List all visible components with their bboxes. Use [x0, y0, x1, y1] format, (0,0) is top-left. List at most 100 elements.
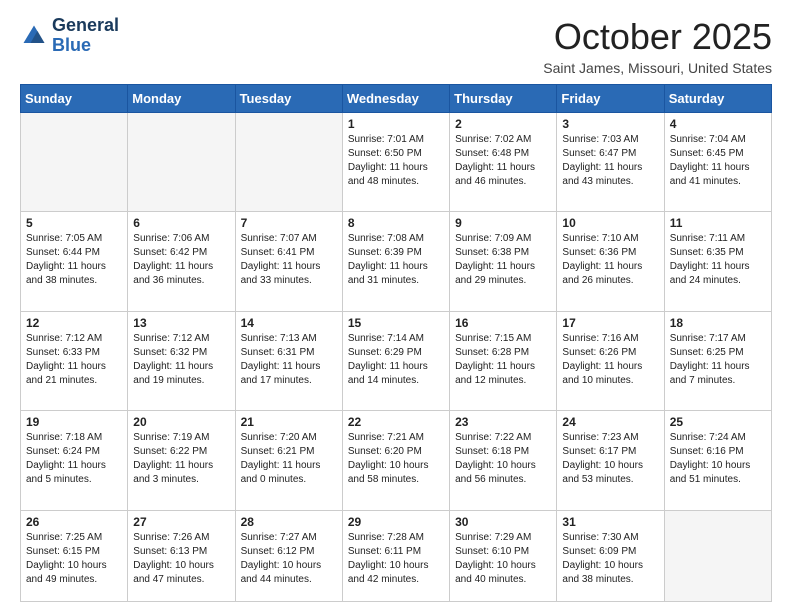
- day-number: 4: [670, 117, 766, 131]
- table-row: 4 Sunrise: 7:04 AM Sunset: 6:45 PM Daylig…: [664, 113, 771, 212]
- day-number: 7: [241, 216, 337, 230]
- day-number: 3: [562, 117, 658, 131]
- table-row: 19 Sunrise: 7:18 AM Sunset: 6:24 PM Dayli…: [21, 411, 128, 510]
- logo-icon: [20, 22, 48, 50]
- day-info: Sunrise: 7:22 AM Sunset: 6:18 PM Dayligh…: [455, 431, 551, 487]
- table-row: [235, 113, 342, 212]
- day-info: Sunrise: 7:04 AM Sunset: 6:45 PM Dayligh…: [670, 133, 766, 189]
- day-number: 17: [562, 316, 658, 330]
- col-wednesday: Wednesday: [342, 85, 449, 113]
- day-info: Sunrise: 7:02 AM Sunset: 6:48 PM Dayligh…: [455, 133, 551, 189]
- day-info: Sunrise: 7:03 AM Sunset: 6:47 PM Dayligh…: [562, 133, 658, 189]
- day-info: Sunrise: 7:11 AM Sunset: 6:35 PM Dayligh…: [670, 232, 766, 288]
- table-row: 13Sunrise: 7:12 AM Sunset: 6:32 PM Dayli…: [128, 311, 235, 410]
- day-info: Sunrise: 7:08 AM Sunset: 6:39 PM Dayligh…: [348, 232, 444, 288]
- table-row: 29 Sunrise: 7:28 AM Sunset: 6:11 PM Dayli…: [342, 510, 449, 602]
- day-number: 20: [133, 415, 229, 429]
- day-info: Sunrise: 7:16 AM Sunset: 6:26 PM Dayligh…: [562, 332, 658, 388]
- day-info: Sunrise: 7:19 AM Sunset: 6:22 PM Dayligh…: [133, 431, 229, 487]
- day-number: 5: [26, 216, 122, 230]
- table-row: 16 Sunrise: 7:15 AM Sunset: 6:28 PM Dayli…: [450, 311, 557, 410]
- day-info: Sunrise: 7:06 AM Sunset: 6:42 PM Dayligh…: [133, 232, 229, 288]
- calendar-week-row: 5Sunrise: 7:05 AM Sunset: 6:44 PM Daylig…: [21, 212, 772, 311]
- day-number: 10: [562, 216, 658, 230]
- day-number: 14: [241, 316, 337, 330]
- table-row: 18 Sunrise: 7:17 AM Sunset: 6:25 PM Dayli…: [664, 311, 771, 410]
- day-number: 6: [133, 216, 229, 230]
- month-title: October 2025: [543, 16, 772, 58]
- day-number: 25: [670, 415, 766, 429]
- day-number: 23: [455, 415, 551, 429]
- col-saturday: Saturday: [664, 85, 771, 113]
- calendar-week-row: 26Sunrise: 7:25 AM Sunset: 6:15 PM Dayli…: [21, 510, 772, 602]
- table-row: 6 Sunrise: 7:06 AM Sunset: 6:42 PM Daylig…: [128, 212, 235, 311]
- table-row: 21Sunrise: 7:20 AM Sunset: 6:21 PM Dayli…: [235, 411, 342, 510]
- table-row: 31Sunrise: 7:30 AM Sunset: 6:09 PM Dayli…: [557, 510, 664, 602]
- col-thursday: Thursday: [450, 85, 557, 113]
- table-row: 9Sunrise: 7:09 AM Sunset: 6:38 PM Daylig…: [450, 212, 557, 311]
- col-tuesday: Tuesday: [235, 85, 342, 113]
- day-info: Sunrise: 7:17 AM Sunset: 6:25 PM Dayligh…: [670, 332, 766, 388]
- day-info: Sunrise: 7:14 AM Sunset: 6:29 PM Dayligh…: [348, 332, 444, 388]
- col-monday: Monday: [128, 85, 235, 113]
- col-friday: Friday: [557, 85, 664, 113]
- table-row: 27Sunrise: 7:26 AM Sunset: 6:13 PM Dayli…: [128, 510, 235, 602]
- day-info: Sunrise: 7:13 AM Sunset: 6:31 PM Dayligh…: [241, 332, 337, 388]
- table-row: 10 Sunrise: 7:10 AM Sunset: 6:36 PM Dayli…: [557, 212, 664, 311]
- day-info: Sunrise: 7:28 AM Sunset: 6:11 PM Dayligh…: [348, 531, 444, 587]
- table-row: 11 Sunrise: 7:11 AM Sunset: 6:35 PM Dayli…: [664, 212, 771, 311]
- table-row: 17 Sunrise: 7:16 AM Sunset: 6:26 PM Dayli…: [557, 311, 664, 410]
- table-row: [21, 113, 128, 212]
- col-sunday: Sunday: [21, 85, 128, 113]
- header: General Blue October 2025 Saint James, M…: [20, 16, 772, 76]
- day-number: 29: [348, 515, 444, 529]
- table-row: 30Sunrise: 7:29 AM Sunset: 6:10 PM Dayli…: [450, 510, 557, 602]
- table-row: 12 Sunrise: 7:12 AM Sunset: 6:33 PM Dayli…: [21, 311, 128, 410]
- calendar-week-row: 1 Sunrise: 7:01 AM Sunset: 6:50 PM Daylig…: [21, 113, 772, 212]
- day-info: Sunrise: 7:20 AM Sunset: 6:21 PM Dayligh…: [241, 431, 337, 487]
- day-number: 16: [455, 316, 551, 330]
- day-number: 8: [348, 216, 444, 230]
- logo-line1: General: [52, 16, 119, 36]
- calendar-table: Sunday Monday Tuesday Wednesday Thursday…: [20, 84, 772, 602]
- day-number: 1: [348, 117, 444, 131]
- day-number: 30: [455, 515, 551, 529]
- day-number: 26: [26, 515, 122, 529]
- table-row: 23 Sunrise: 7:22 AM Sunset: 6:18 PM Dayli…: [450, 411, 557, 510]
- day-number: 19: [26, 415, 122, 429]
- table-row: 26Sunrise: 7:25 AM Sunset: 6:15 PM Dayli…: [21, 510, 128, 602]
- table-row: 2 Sunrise: 7:02 AM Sunset: 6:48 PM Daylig…: [450, 113, 557, 212]
- day-number: 18: [670, 316, 766, 330]
- calendar-week-row: 19 Sunrise: 7:18 AM Sunset: 6:24 PM Dayli…: [21, 411, 772, 510]
- title-block: October 2025 Saint James, Missouri, Unit…: [543, 16, 772, 76]
- day-info: Sunrise: 7:12 AM Sunset: 6:33 PM Dayligh…: [26, 332, 122, 388]
- table-row: 24Sunrise: 7:23 AM Sunset: 6:17 PM Dayli…: [557, 411, 664, 510]
- table-row: 20 Sunrise: 7:19 AM Sunset: 6:22 PM Dayli…: [128, 411, 235, 510]
- day-number: 28: [241, 515, 337, 529]
- day-number: 31: [562, 515, 658, 529]
- day-info: Sunrise: 7:12 AM Sunset: 6:32 PM Dayligh…: [133, 332, 229, 388]
- day-number: 12: [26, 316, 122, 330]
- table-row: [664, 510, 771, 602]
- day-info: Sunrise: 7:26 AM Sunset: 6:13 PM Dayligh…: [133, 531, 229, 587]
- calendar-header-row: Sunday Monday Tuesday Wednesday Thursday…: [21, 85, 772, 113]
- table-row: 7 Sunrise: 7:07 AM Sunset: 6:41 PM Daylig…: [235, 212, 342, 311]
- day-info: Sunrise: 7:10 AM Sunset: 6:36 PM Dayligh…: [562, 232, 658, 288]
- day-number: 11: [670, 216, 766, 230]
- location: Saint James, Missouri, United States: [543, 60, 772, 76]
- day-number: 9: [455, 216, 551, 230]
- day-number: 15: [348, 316, 444, 330]
- table-row: 15 Sunrise: 7:14 AM Sunset: 6:29 PM Dayli…: [342, 311, 449, 410]
- day-number: 2: [455, 117, 551, 131]
- page: General Blue October 2025 Saint James, M…: [0, 0, 792, 612]
- table-row: 14 Sunrise: 7:13 AM Sunset: 6:31 PM Dayli…: [235, 311, 342, 410]
- table-row: 22Sunrise: 7:21 AM Sunset: 6:20 PM Dayli…: [342, 411, 449, 510]
- day-info: Sunrise: 7:27 AM Sunset: 6:12 PM Dayligh…: [241, 531, 337, 587]
- day-info: Sunrise: 7:15 AM Sunset: 6:28 PM Dayligh…: [455, 332, 551, 388]
- table-row: [128, 113, 235, 212]
- day-info: Sunrise: 7:07 AM Sunset: 6:41 PM Dayligh…: [241, 232, 337, 288]
- day-number: 22: [348, 415, 444, 429]
- day-info: Sunrise: 7:01 AM Sunset: 6:50 PM Dayligh…: [348, 133, 444, 189]
- day-info: Sunrise: 7:18 AM Sunset: 6:24 PM Dayligh…: [26, 431, 122, 487]
- table-row: 25Sunrise: 7:24 AM Sunset: 6:16 PM Dayli…: [664, 411, 771, 510]
